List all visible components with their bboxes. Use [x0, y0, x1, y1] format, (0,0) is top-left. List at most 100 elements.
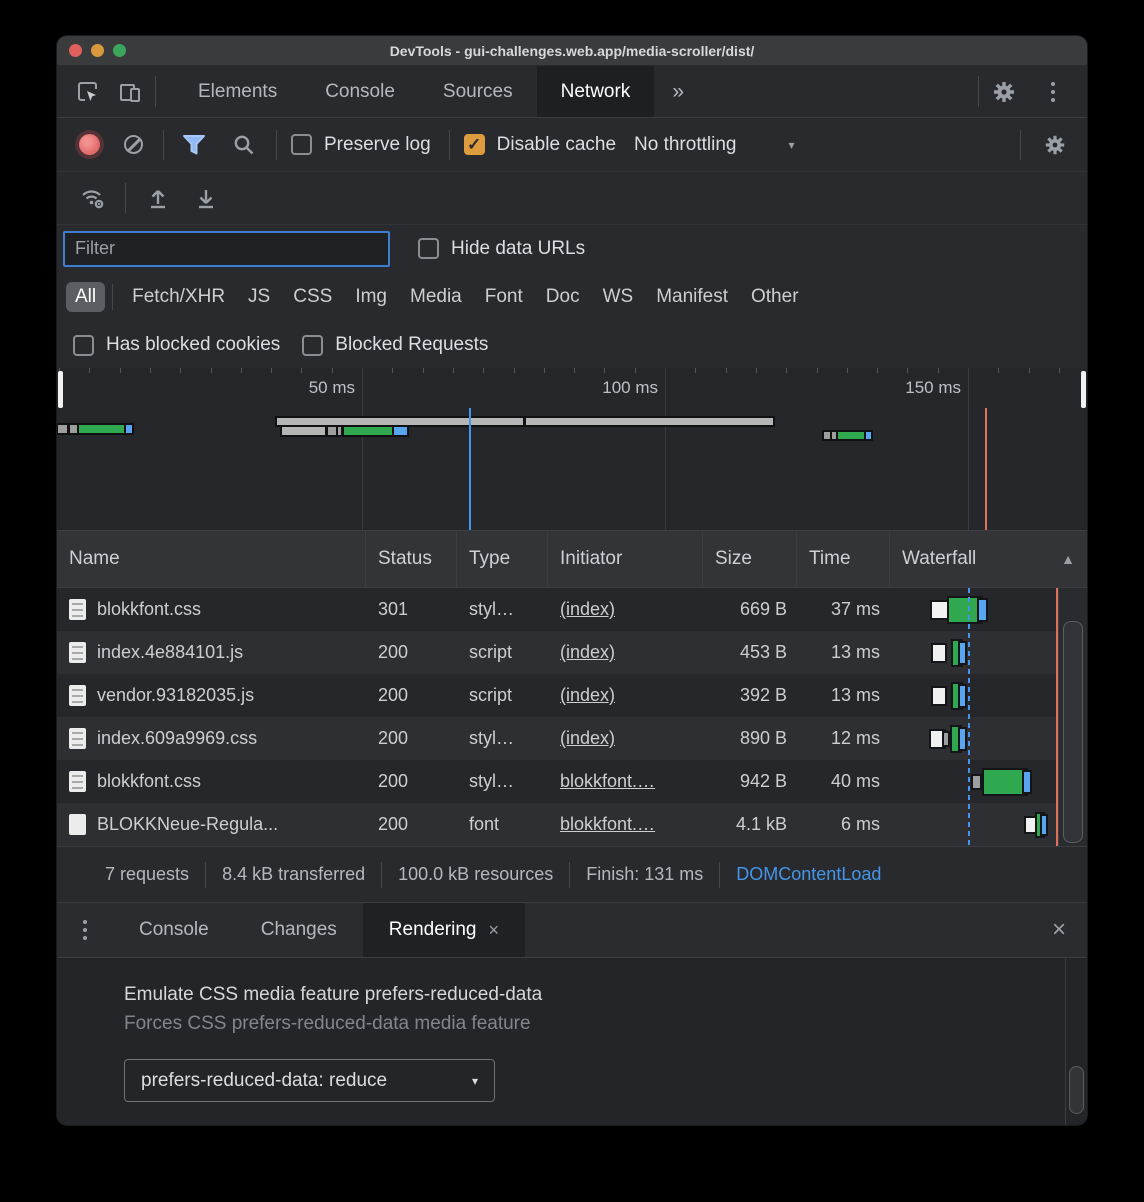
- network-overview-timeline[interactable]: 50 ms100 ms150 ms: [57, 368, 1087, 531]
- cell-value: 13 ms: [831, 642, 880, 663]
- ruler-tick: [211, 368, 212, 373]
- hide-data-urls-checkbox[interactable]: [418, 238, 439, 259]
- prefers-reduced-data-select[interactable]: prefers-reduced-data: reduce ▾: [124, 1059, 495, 1102]
- initiator-link[interactable]: blokkfont.…: [560, 814, 655, 835]
- column-header-label: Status: [378, 548, 432, 570]
- column-header-label: Waterfall: [902, 548, 976, 570]
- filter-chip-css[interactable]: CSS: [284, 282, 341, 312]
- table-scrollbar[interactable]: [1058, 588, 1087, 846]
- column-header-type[interactable]: Type: [457, 531, 548, 587]
- rendering-panel: Emulate CSS media feature prefers-reduce…: [57, 958, 1087, 1125]
- drawer-tab-rendering[interactable]: Rendering×: [363, 903, 525, 957]
- request-row[interactable]: blokkfont.css200styl…blokkfont.…942 B40 …: [57, 760, 1087, 803]
- cell-value: font: [469, 814, 499, 835]
- request-row[interactable]: index.4e884101.js200script(index)453 B13…: [57, 631, 1087, 674]
- has-blocked-cookies-checkbox[interactable]: [73, 335, 94, 356]
- overview-request-bar: [126, 425, 132, 433]
- tab-console[interactable]: Console: [301, 66, 419, 117]
- network-settings-gear-icon[interactable]: [1037, 127, 1073, 163]
- cell-value: 13 ms: [831, 685, 880, 706]
- filter-chip-fetchxhr[interactable]: Fetch/XHR: [123, 282, 234, 312]
- network-conditions-icon[interactable]: [75, 180, 111, 216]
- close-window-button[interactable]: [69, 44, 82, 57]
- filter-chip-font[interactable]: Font: [476, 282, 532, 312]
- sort-direction-icon[interactable]: ▲: [1061, 551, 1075, 567]
- initiator-link[interactable]: (index): [560, 642, 615, 663]
- preserve-log-checkbox[interactable]: [291, 134, 312, 155]
- ruler-tick: [786, 368, 787, 373]
- drawer-tab-console[interactable]: Console: [113, 903, 235, 957]
- preserve-log-label: Preserve log: [324, 134, 431, 156]
- filter-chip-img[interactable]: Img: [346, 282, 396, 312]
- request-row[interactable]: vendor.93182035.js200script(index)392 B1…: [57, 674, 1087, 717]
- record-network-log-button[interactable]: [71, 127, 107, 163]
- close-tab-icon[interactable]: ×: [488, 920, 499, 941]
- overview-right-handle[interactable]: [1081, 371, 1086, 408]
- initiator-link[interactable]: (index): [560, 599, 615, 620]
- clear-network-log-button[interactable]: [115, 127, 151, 163]
- column-header-name[interactable]: Name: [57, 531, 366, 587]
- request-row[interactable]: BLOKKNeue-Regula...200fontblokkfont.…4.1…: [57, 803, 1087, 846]
- filter-input[interactable]: [63, 231, 390, 267]
- export-har-icon[interactable]: [188, 180, 224, 216]
- request-row[interactable]: index.609a9969.css200styl…(index)890 B12…: [57, 717, 1087, 760]
- inspect-element-icon[interactable]: [67, 66, 109, 117]
- search-icon[interactable]: [226, 127, 262, 163]
- tab-sources[interactable]: Sources: [419, 66, 537, 117]
- column-header-status[interactable]: Status: [366, 531, 457, 587]
- requests-table-header: NameStatusTypeInitiatorSizeTimeWaterfall…: [57, 531, 1087, 588]
- size-cell: 942 B: [703, 760, 797, 803]
- filter-chip-ws[interactable]: WS: [594, 282, 643, 312]
- cell-value: 453 B: [740, 642, 787, 663]
- overview-left-handle[interactable]: [58, 371, 63, 408]
- request-row[interactable]: blokkfont.css301styl…(index)669 B37 ms: [57, 588, 1087, 631]
- initiator-link[interactable]: (index): [560, 685, 615, 706]
- overview-request-bar: [338, 427, 341, 435]
- ruler-label: 100 ms: [602, 378, 665, 398]
- ruler-tick: [392, 368, 393, 373]
- blocked-requests-checkbox[interactable]: [302, 335, 323, 356]
- overview-request-bar: [394, 427, 407, 435]
- ruler-tick: [241, 368, 242, 373]
- filter-funnel-icon[interactable]: [176, 127, 212, 163]
- drawer-tab-changes[interactable]: Changes: [235, 903, 363, 957]
- initiator-link[interactable]: (index): [560, 728, 615, 749]
- tab-network[interactable]: Network: [537, 66, 655, 117]
- more-options-icon[interactable]: [1025, 66, 1081, 117]
- zoom-window-button[interactable]: [113, 44, 126, 57]
- disable-cache-checkbox[interactable]: ✓: [464, 134, 485, 155]
- minimize-window-button[interactable]: [91, 44, 104, 57]
- column-header-waterfall[interactable]: Waterfall ▲: [890, 531, 1087, 587]
- close-drawer-icon[interactable]: ×: [1031, 903, 1087, 957]
- time-cell: 13 ms: [797, 674, 890, 717]
- name-cell: blokkfont.css: [57, 760, 366, 803]
- ruler-tick: [847, 368, 848, 373]
- throttling-value: No throttling: [634, 134, 736, 156]
- column-header-size[interactable]: Size: [703, 531, 797, 587]
- filter-chip-js[interactable]: JS: [239, 282, 279, 312]
- filter-chip-other[interactable]: Other: [742, 282, 808, 312]
- initiator-link[interactable]: blokkfont.…: [560, 771, 655, 792]
- throttling-dropdown[interactable]: No throttling ▾: [634, 134, 794, 156]
- settings-gear-icon[interactable]: [983, 66, 1025, 117]
- request-name: index.4e884101.js: [97, 642, 243, 663]
- tab-elements[interactable]: Elements: [174, 66, 301, 117]
- more-tabs-icon[interactable]: »: [654, 66, 702, 117]
- drawer-menu-icon[interactable]: [57, 903, 113, 957]
- filter-chip-manifest[interactable]: Manifest: [647, 282, 737, 312]
- column-header-time[interactable]: Time: [797, 531, 890, 587]
- filter-chip-all[interactable]: All: [66, 282, 105, 312]
- filter-chip-media[interactable]: Media: [401, 282, 471, 312]
- type-cell: script: [457, 631, 548, 674]
- rendering-scrollbar[interactable]: [1065, 958, 1087, 1125]
- filter-chip-doc[interactable]: Doc: [537, 282, 589, 312]
- type-cell: styl…: [457, 588, 548, 631]
- import-har-icon[interactable]: [140, 180, 176, 216]
- scrollbar-thumb[interactable]: [1063, 621, 1083, 843]
- device-toolbar-icon[interactable]: [109, 66, 151, 117]
- waterfall-bar: [1026, 818, 1035, 832]
- filter-row: Hide data URLs: [57, 225, 1087, 272]
- column-header-initiator[interactable]: Initiator: [548, 531, 703, 587]
- ruler-gridline: [665, 368, 666, 530]
- waterfall-bar: [933, 645, 945, 661]
